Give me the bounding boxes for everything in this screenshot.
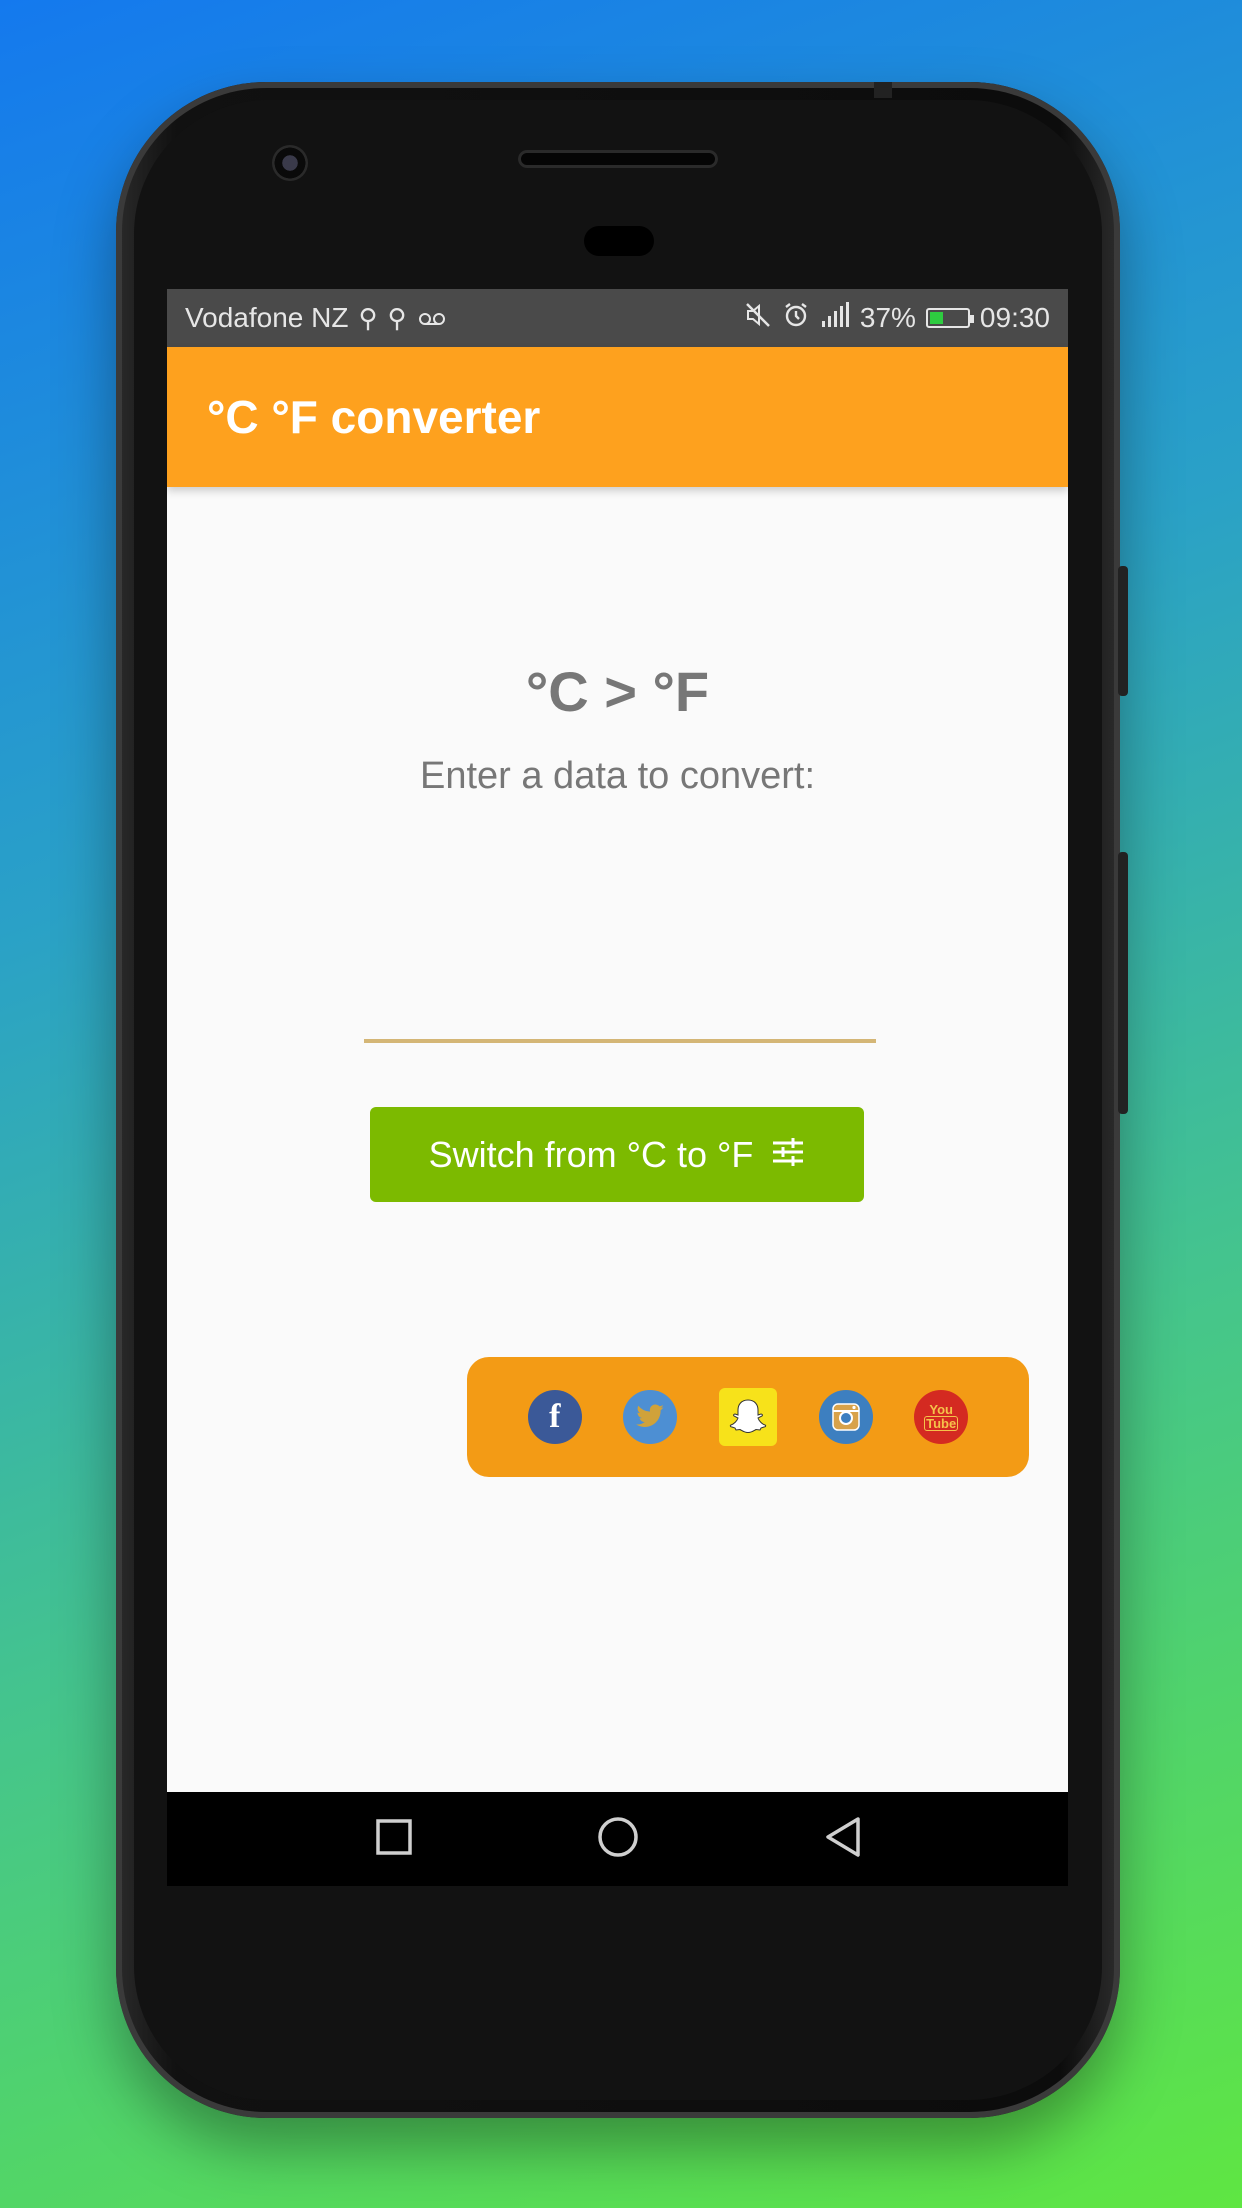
- volume-button: [1118, 852, 1128, 1114]
- mute-icon: [744, 301, 772, 336]
- proximity-sensor: [584, 226, 654, 256]
- youtube-glyph-bottom: Tube: [924, 1416, 959, 1431]
- converter-panel: °C > °F Enter a data to convert: Switch …: [167, 487, 1068, 1594]
- temperature-input[interactable]: [364, 977, 876, 1043]
- power-button: [1118, 566, 1128, 696]
- battery-percent: 37%: [859, 302, 916, 333]
- input-prompt: Enter a data to convert:: [419, 755, 815, 797]
- antenna-line: [874, 82, 892, 98]
- conversion-mode-heading: °C > °F: [525, 660, 710, 723]
- battery-icon: [925, 308, 974, 328]
- switch-mode-button[interactable]: Switch from °C to °F: [370, 1107, 864, 1202]
- app-title: °C °F converter: [207, 391, 541, 443]
- usb-icon: ⚲: [387, 302, 407, 333]
- youtube-glyph-top: You: [929, 1402, 953, 1417]
- alarm-icon: [782, 301, 810, 336]
- instagram-icon[interactable]: [818, 1390, 873, 1444]
- youtube-icon[interactable]: You Tube: [914, 1390, 969, 1444]
- facebook-glyph: f: [549, 1398, 561, 1435]
- back-button[interactable]: [820, 1815, 864, 1859]
- earpiece-speaker: [518, 150, 718, 168]
- clock: 09:30: [979, 302, 1050, 333]
- voicemail-icon: [417, 303, 447, 334]
- temperature-input-wrapper: [364, 977, 876, 1045]
- twitter-icon[interactable]: [623, 1390, 678, 1444]
- tune-icon: [771, 1134, 805, 1176]
- recent-apps-button[interactable]: [372, 1815, 416, 1859]
- facebook-icon[interactable]: f: [527, 1390, 582, 1444]
- switch-mode-label: Switch from °C to °F: [428, 1133, 754, 1175]
- snapchat-icon[interactable]: [718, 1388, 777, 1446]
- phone-screen: Vodafone NZ ⚲ ⚲ 37% 09:30 °C °F converte…: [167, 289, 1068, 1792]
- signal-icon: [820, 301, 850, 336]
- carrier-name: Vodafone NZ: [185, 302, 349, 333]
- app-bar: °C °F converter: [167, 347, 1068, 487]
- system-navigation-bar: [167, 1792, 1068, 1886]
- front-camera: [272, 145, 308, 181]
- home-button[interactable]: [596, 1815, 640, 1859]
- social-share-bar: f You Tube: [467, 1357, 1029, 1477]
- usb-icon: ⚲: [358, 302, 378, 333]
- status-bar: Vodafone NZ ⚲ ⚲ 37% 09:30: [167, 289, 1068, 347]
